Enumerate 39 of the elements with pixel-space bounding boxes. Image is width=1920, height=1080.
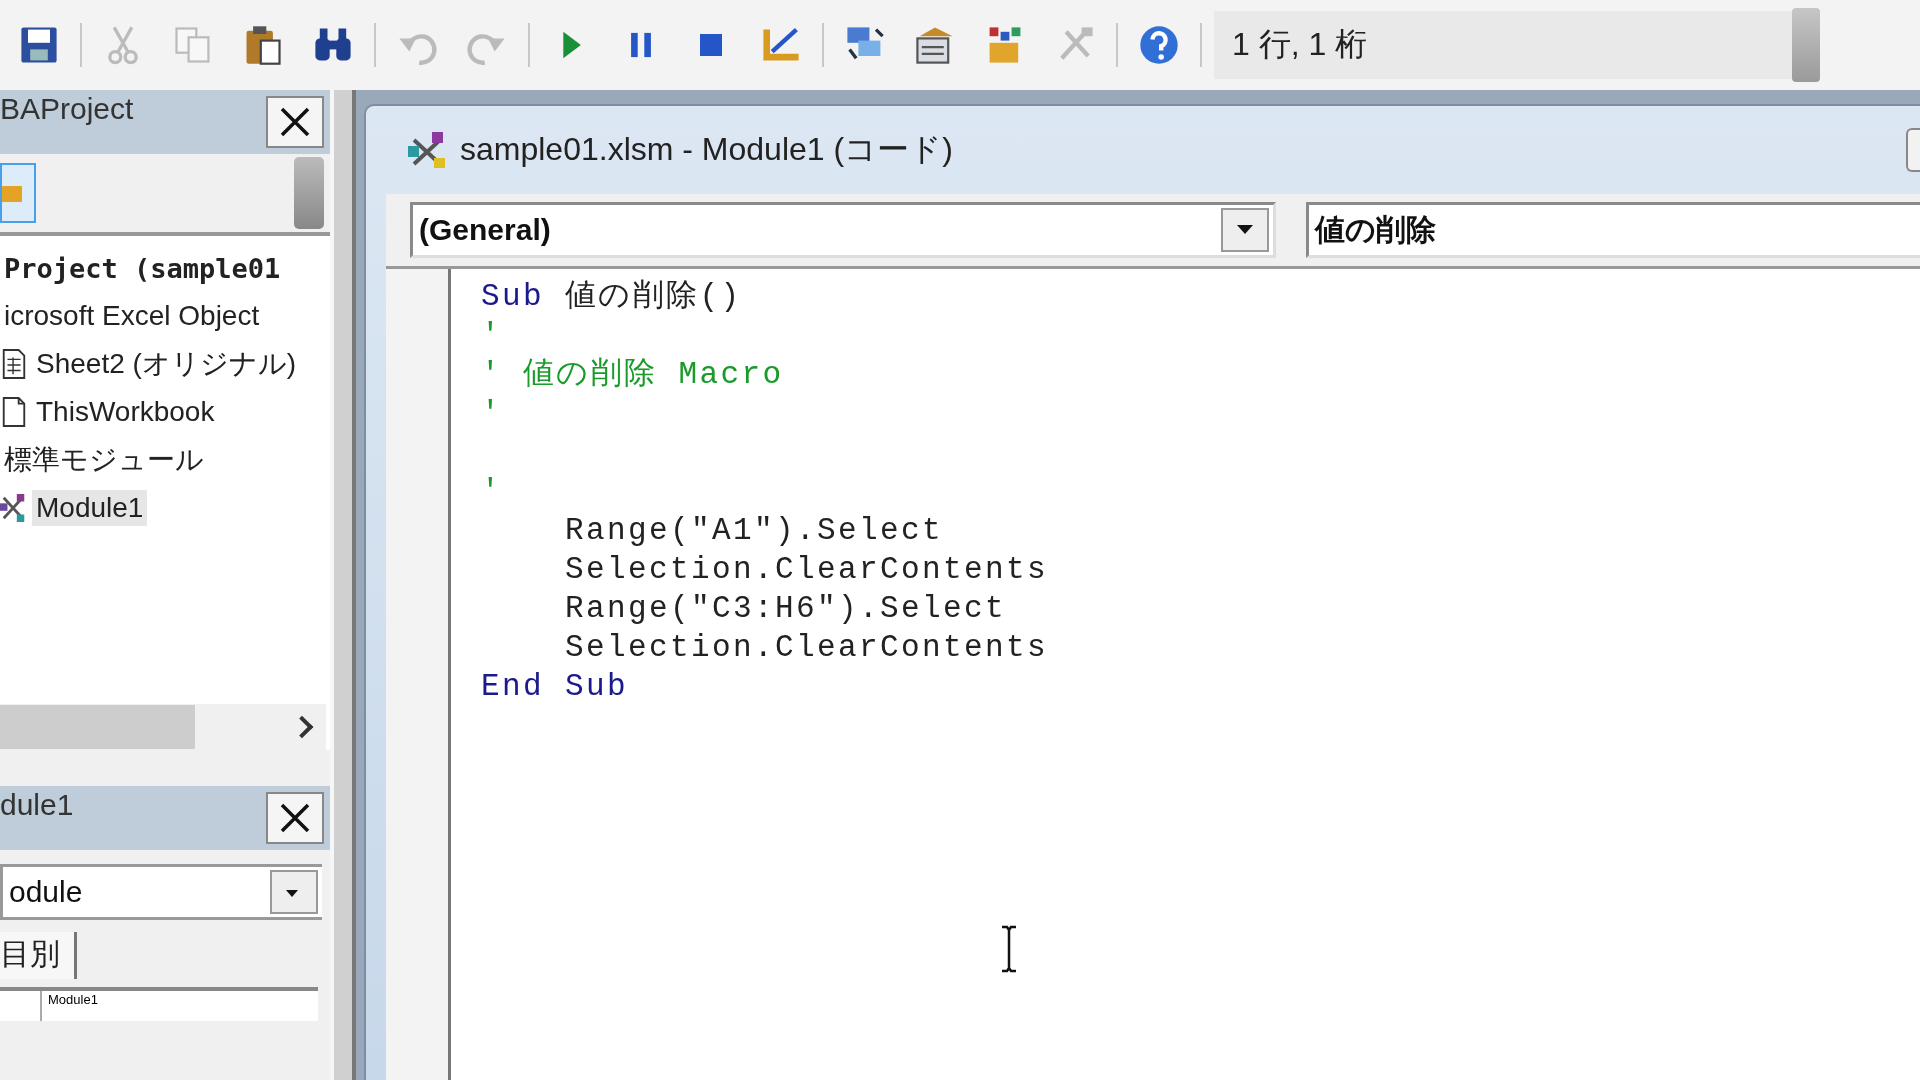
code-line: Range("C3:H6").Select [564, 590, 1007, 628]
object-dropdown[interactable]: odule [0, 864, 322, 920]
close-icon [279, 802, 311, 834]
cursor-position-field: 1 行, 1 桁 [1214, 11, 1792, 79]
pane-title: dule1 [0, 787, 74, 822]
close-icon [279, 106, 311, 138]
help-icon [1137, 23, 1181, 67]
object-dropdown[interactable]: (General) [410, 202, 1276, 258]
tree-item[interactable]: icrosoft Excel Object [0, 298, 264, 334]
code-line: ' [481, 395, 502, 433]
splitter-bar[interactable] [330, 90, 356, 1080]
window-control-button[interactable] [1906, 128, 1920, 172]
text-cursor-icon [999, 925, 1019, 973]
tree-item[interactable]: ThisWorkbook [32, 394, 219, 430]
close-button[interactable] [266, 96, 324, 148]
close-button[interactable] [266, 792, 324, 844]
scroll-thumb[interactable] [0, 705, 195, 749]
horizontal-scrollbar[interactable] [0, 704, 330, 750]
code-line: Range("A1").Select [564, 512, 944, 550]
code-line: End Sub [481, 668, 629, 706]
tree-item[interactable]: Module1 [32, 490, 148, 526]
code-line: Selection.ClearContents [564, 629, 1049, 667]
toggle-folders-button[interactable] [0, 163, 36, 223]
code-line: Selection.ClearContents [564, 551, 1049, 589]
window-title: sample01.xlsm - Module1 (コード) [460, 130, 954, 169]
procedure-dropdown[interactable]: 値の削除 [1306, 202, 1920, 258]
tree-item[interactable]: 標準モジュール [0, 439, 208, 481]
code-line: ' [481, 473, 502, 511]
code-line: ' [481, 317, 502, 355]
toolbar-grip[interactable] [1792, 8, 1820, 82]
tree-item[interactable]: Sheet2 (オリジナル) [32, 343, 301, 385]
properties-tab[interactable]: 目別 [0, 932, 77, 979]
code-line: Sub 値の削除() [481, 278, 742, 316]
code-line: ' 値の削除 Macro [481, 356, 784, 394]
module-icon [408, 130, 448, 170]
toolbar-grip[interactable] [294, 157, 324, 229]
tree-item[interactable]: Project (sample01 [0, 250, 285, 286]
pane-title: BAProject [0, 91, 134, 126]
property-value[interactable]: Module1 [42, 991, 98, 1021]
